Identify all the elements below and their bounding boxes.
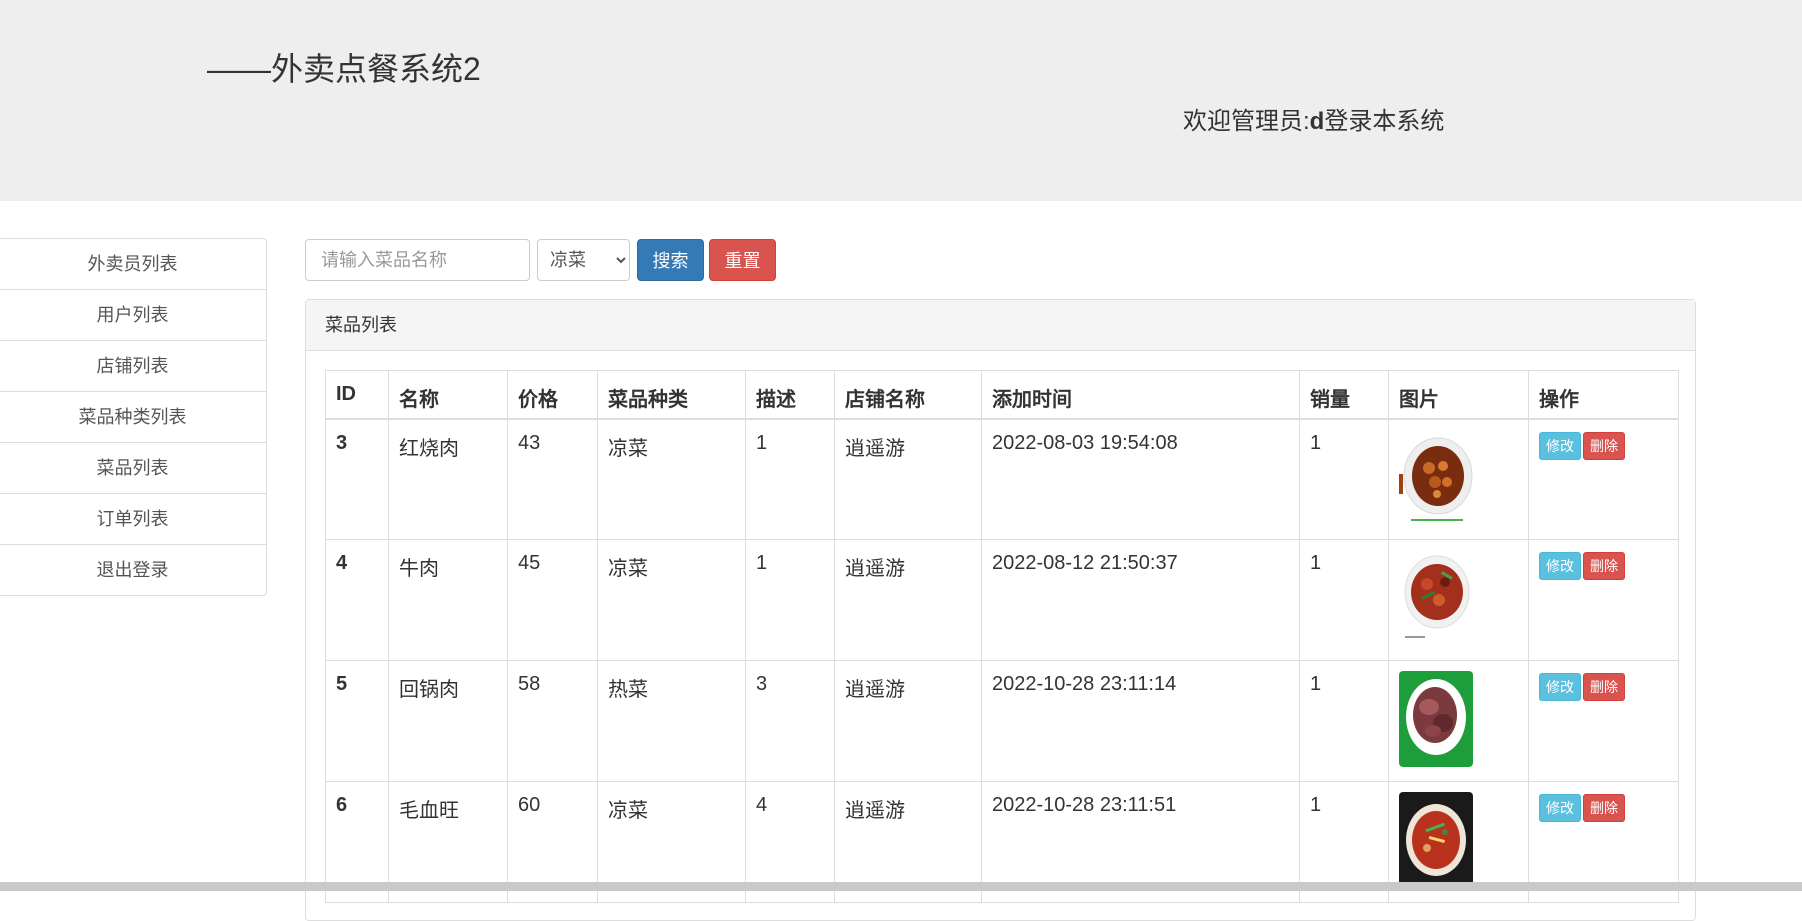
braised-pork-image bbox=[1399, 429, 1473, 526]
cell-name: 回锅肉 bbox=[388, 660, 508, 782]
cell-name: 牛肉 bbox=[388, 539, 508, 661]
delete-button[interactable]: 删除 bbox=[1583, 794, 1625, 822]
cell-description: 1 bbox=[745, 418, 835, 540]
cell-actions: 修改 删除 bbox=[1528, 660, 1679, 782]
header: ——外卖点餐系统2 欢迎管理员:d登录本系统 bbox=[0, 0, 1802, 201]
cell-price: 58 bbox=[507, 660, 598, 782]
admin-name: d bbox=[1309, 108, 1325, 135]
table-row: 4 牛肉 45 凉菜 1 逍遥游 2022-08-12 21:50:37 1 修… bbox=[325, 539, 1679, 661]
delete-button[interactable]: 删除 bbox=[1583, 431, 1625, 460]
dish-search-input[interactable] bbox=[305, 239, 530, 281]
cell-id: 3 bbox=[325, 418, 389, 540]
cell-added-time: 2022-10-28 23:11:14 bbox=[981, 660, 1300, 782]
welcome-message: 欢迎管理员:d登录本系统 bbox=[1183, 101, 1444, 136]
panel-title: 菜品列表 bbox=[306, 300, 1695, 351]
sidebar-item-couriers[interactable]: 外卖员列表 bbox=[0, 239, 266, 289]
cell-sales: 1 bbox=[1299, 660, 1389, 782]
sidebar-item-users[interactable]: 用户列表 bbox=[0, 289, 266, 340]
column-header-shop: 店铺名称 bbox=[834, 370, 982, 420]
cell-shop: 逍遥游 bbox=[834, 418, 982, 540]
horizontal-scrollbar[interactable] bbox=[0, 882, 1802, 891]
table-row: 3 红烧肉 43 凉菜 1 逍遥游 2022-08-03 19:54:08 1 bbox=[325, 418, 1679, 540]
cell-added-time: 2022-08-12 21:50:37 bbox=[981, 539, 1300, 661]
cell-description: 1 bbox=[745, 539, 835, 661]
cell-shop: 逍遥游 bbox=[834, 660, 982, 782]
column-header-actions: 操作 bbox=[1528, 370, 1679, 420]
twice-cooked-pork-image bbox=[1399, 671, 1473, 767]
table-row: 5 回锅肉 58 热菜 3 逍遥游 2022-10-28 23:11:14 1 bbox=[325, 660, 1679, 782]
table-header-row: ID 名称 价格 菜品种类 描述 店铺名称 添加时间 销量 图片 操作 bbox=[325, 370, 1679, 420]
welcome-prefix: 欢迎管理员: bbox=[1183, 108, 1310, 135]
column-header-sales: 销量 bbox=[1299, 370, 1389, 420]
sidebar-item-dishes[interactable]: 菜品列表 bbox=[0, 442, 266, 493]
welcome-suffix: 登录本系统 bbox=[1324, 108, 1445, 135]
cell-category: 凉菜 bbox=[597, 539, 746, 661]
delete-button[interactable]: 删除 bbox=[1583, 552, 1625, 580]
dish-table: ID 名称 价格 菜品种类 描述 店铺名称 添加时间 销量 图片 操作 3 红烧… bbox=[325, 370, 1679, 903]
cell-shop: 逍遥游 bbox=[834, 539, 982, 661]
sidebar-item-logout[interactable]: 退出登录 bbox=[0, 544, 266, 595]
cell-image bbox=[1388, 418, 1529, 540]
sidebar-nav: 外卖员列表 用户列表 店铺列表 菜品种类列表 菜品列表 订单列表 退出登录 bbox=[0, 238, 267, 596]
edit-button[interactable]: 修改 bbox=[1539, 794, 1581, 822]
column-header-price: 价格 bbox=[507, 370, 598, 420]
beef-dish-image bbox=[1399, 550, 1473, 646]
cell-id: 5 bbox=[325, 660, 389, 782]
cell-added-time: 2022-08-03 19:54:08 bbox=[981, 418, 1300, 540]
cell-category: 凉菜 bbox=[597, 418, 746, 540]
cell-category: 热菜 bbox=[597, 660, 746, 782]
dish-list-panel: 菜品列表 ID 名称 价格 菜品种类 描述 店铺名称 添加时间 销量 图片 操作… bbox=[305, 299, 1696, 921]
cell-actions: 修改 删除 bbox=[1528, 418, 1679, 540]
cell-image bbox=[1388, 660, 1529, 782]
cell-price: 43 bbox=[507, 418, 598, 540]
cell-image bbox=[1388, 539, 1529, 661]
cell-sales: 1 bbox=[1299, 539, 1389, 661]
cell-id: 4 bbox=[325, 539, 389, 661]
column-header-description: 描述 bbox=[745, 370, 835, 420]
column-header-image: 图片 bbox=[1388, 370, 1529, 420]
column-header-category: 菜品种类 bbox=[597, 370, 746, 420]
column-header-added-time: 添加时间 bbox=[981, 370, 1300, 420]
cell-name: 红烧肉 bbox=[388, 418, 508, 540]
maoxuewang-image bbox=[1399, 792, 1473, 888]
reset-button[interactable]: 重置 bbox=[709, 239, 776, 281]
cell-actions: 修改 删除 bbox=[1528, 539, 1679, 661]
cell-price: 45 bbox=[507, 539, 598, 661]
sidebar-item-orders[interactable]: 订单列表 bbox=[0, 493, 266, 544]
edit-button[interactable]: 修改 bbox=[1539, 431, 1581, 460]
column-header-name: 名称 bbox=[388, 370, 508, 420]
sidebar-item-dish-categories[interactable]: 菜品种类列表 bbox=[0, 391, 266, 442]
search-button[interactable]: 搜索 bbox=[637, 239, 704, 281]
edit-button[interactable]: 修改 bbox=[1539, 552, 1581, 580]
cell-description: 3 bbox=[745, 660, 835, 782]
app-title: ——外卖点餐系统2 bbox=[207, 51, 481, 87]
delete-button[interactable]: 删除 bbox=[1583, 673, 1625, 701]
category-select[interactable]: 凉菜 bbox=[537, 239, 630, 281]
column-header-id: ID bbox=[325, 370, 389, 420]
cell-sales: 1 bbox=[1299, 418, 1389, 540]
edit-button[interactable]: 修改 bbox=[1539, 673, 1581, 701]
sidebar-item-shops[interactable]: 店铺列表 bbox=[0, 340, 266, 391]
